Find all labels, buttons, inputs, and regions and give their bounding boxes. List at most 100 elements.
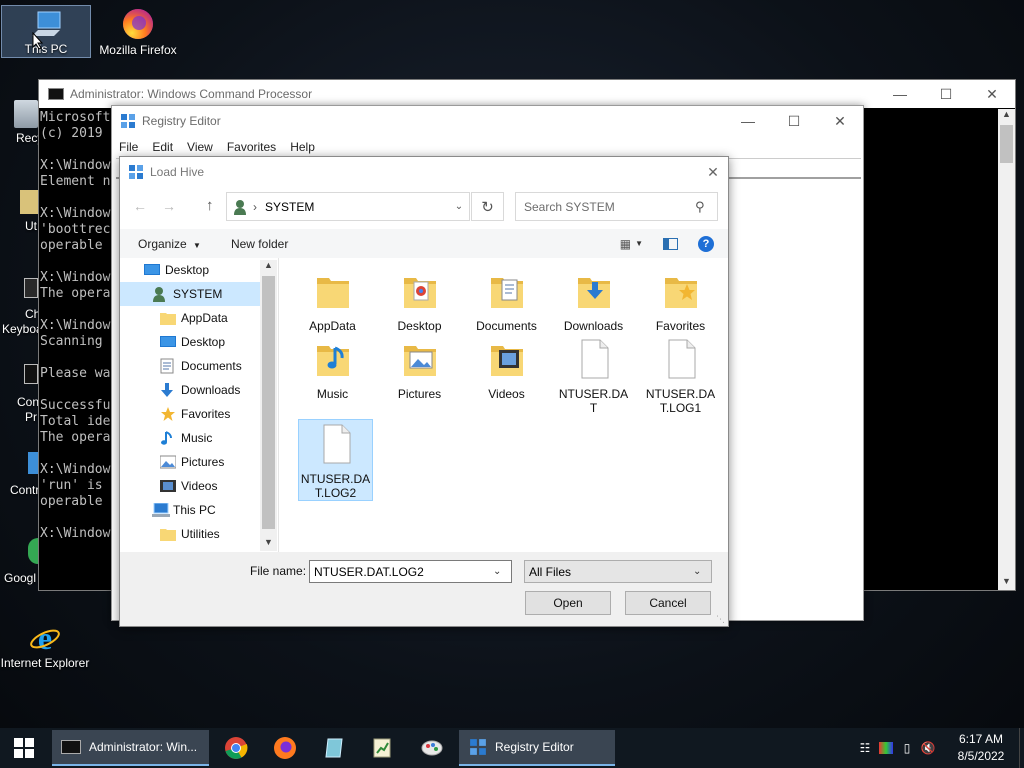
search-input[interactable]: Search SYSTEM — [524, 200, 695, 214]
desktop-icon — [160, 335, 180, 349]
folder-item[interactable]: Desktop — [382, 270, 457, 333]
taskbar-paint-button[interactable] — [418, 734, 446, 762]
folder-item[interactable]: Downloads — [556, 270, 631, 333]
regedit-title-bar[interactable]: Registry Editor — ☐ ✕ — [112, 106, 863, 136]
close-icon[interactable]: ✕ — [817, 107, 863, 135]
desktop-icon-this-pc[interactable]: This PC — [1, 5, 91, 58]
folder-item[interactable]: Documents — [469, 270, 544, 333]
menu-edit[interactable]: Edit — [145, 140, 180, 154]
new-folder-button[interactable]: New folder — [231, 237, 288, 251]
file-name-input[interactable]: NTUSER.DAT.LOG2 ⌄ — [309, 560, 512, 583]
volume-muted-icon[interactable]: 🔇 — [917, 741, 939, 755]
network-icon[interactable]: ☷ — [855, 741, 875, 755]
nav-item[interactable]: Documents — [120, 354, 260, 378]
minimize-icon[interactable]: — — [725, 107, 771, 135]
address-dropdown-icon[interactable]: ⌄ — [449, 201, 469, 212]
user-icon — [152, 286, 172, 302]
refresh-button[interactable]: ↻ — [471, 192, 504, 221]
folder-item[interactable]: Videos — [469, 338, 544, 401]
close-icon[interactable]: ✕ — [698, 164, 728, 181]
taskbar-notepad-button[interactable] — [368, 734, 396, 762]
menu-favorites[interactable]: Favorites — [220, 140, 283, 154]
file-item[interactable]: NTUSER.DA T.LOG1 — [643, 338, 718, 415]
desktop-icon-control-panel[interactable] — [28, 452, 38, 474]
display-color-icon[interactable] — [879, 742, 893, 754]
taskbar-chrome-button[interactable] — [222, 734, 250, 762]
scroll-up-icon[interactable]: ▲ — [260, 260, 277, 274]
clock[interactable]: 6:17 AM 8/5/2022 — [948, 731, 1014, 765]
show-desktop-button[interactable] — [1019, 728, 1024, 768]
back-arrow-icon[interactable]: ← — [133, 198, 147, 214]
load-hive-dialog[interactable]: Load Hive ✕ ← → ↑ › SYSTEM ⌄ ↻ Search SY… — [119, 156, 729, 627]
maximize-icon[interactable]: ☐ — [923, 80, 969, 108]
scroll-down-icon[interactable]: ▼ — [260, 537, 277, 551]
cmd-window-title: Administrator: Windows Command Processor — [70, 87, 313, 101]
resize-grip-icon[interactable]: ⋱ — [716, 614, 725, 625]
desktop-icon-label: Mozilla Firefox — [99, 43, 177, 57]
folder-item[interactable]: Music — [295, 338, 370, 401]
folder-item[interactable]: Pictures — [382, 338, 457, 401]
nav-vertical-scrollbar[interactable]: ▲ ▼ — [260, 260, 277, 551]
minimize-icon[interactable]: — — [877, 80, 923, 108]
desktop-icon-utilities[interactable] — [20, 190, 38, 214]
menu-help[interactable]: Help — [283, 140, 322, 154]
folder-item[interactable]: Favorites — [643, 270, 718, 333]
desktop-icon-firefox[interactable]: Mozilla Firefox — [93, 5, 183, 57]
start-button[interactable] — [0, 728, 48, 768]
file-item-label: NTUSER.DA T.LOG1 — [645, 387, 716, 415]
scroll-up-icon[interactable]: ▲ — [998, 109, 1015, 123]
desktop-icon-google-chrome[interactable] — [28, 538, 38, 564]
organize-button[interactable]: Organize ▼ — [138, 237, 201, 251]
usb-device-icon[interactable]: ▯ — [897, 741, 917, 755]
nav-item[interactable]: Music — [120, 426, 260, 450]
nav-item[interactable]: Favorites — [120, 402, 260, 426]
address-path[interactable]: SYSTEM — [265, 200, 449, 214]
nav-item[interactable]: Desktop — [120, 330, 260, 354]
file-item[interactable]: NTUSER.DA T — [556, 338, 631, 415]
taskbar-tool-button[interactable] — [320, 734, 348, 762]
desktop-icon-command-prompt[interactable] — [24, 364, 38, 384]
nav-item[interactable]: Downloads — [120, 378, 260, 402]
navigation-pane[interactable]: Desktop SYSTEM AppData Desktop Documents Down… — [120, 258, 278, 552]
desktop-icon-recycle-bin[interactable] — [14, 100, 38, 128]
nav-item[interactable]: SYSTEM — [120, 282, 260, 306]
nav-item[interactable]: Pictures — [120, 450, 260, 474]
taskbar-cmd-button[interactable]: Administrator: Win... — [52, 730, 209, 766]
desktop-icon-internet-explorer[interactable]: e Internet Explorer — [0, 620, 90, 670]
taskbar-firefox-button[interactable] — [271, 734, 299, 762]
nav-item[interactable]: This PC — [120, 498, 260, 522]
menu-file[interactable]: File — [112, 140, 145, 154]
file-list-pane[interactable]: AppData Desktop Documents Downloads Favorite… — [278, 258, 728, 552]
file-item-label: Favorites — [655, 319, 706, 333]
address-bar[interactable]: › SYSTEM ⌄ — [226, 192, 470, 221]
file-type-select[interactable]: All Files ⌄ — [524, 560, 712, 583]
open-button[interactable]: Open — [525, 591, 611, 615]
search-box[interactable]: Search SYSTEM ⚲ — [515, 192, 718, 221]
nav-item[interactable]: Utilities — [120, 522, 260, 546]
close-icon[interactable]: ✕ — [969, 80, 1015, 108]
cancel-button[interactable]: Cancel — [625, 591, 711, 615]
dialog-title-bar[interactable]: Load Hive ✕ — [120, 157, 728, 187]
preview-pane-icon[interactable] — [663, 237, 678, 250]
nav-item[interactable]: AppData — [120, 306, 260, 330]
help-icon[interactable]: ? — [698, 235, 714, 252]
chevron-down-icon[interactable]: ▼ — [635, 239, 643, 248]
forward-arrow-icon[interactable]: → — [162, 198, 176, 214]
cmd-title-bar[interactable]: Administrator: Windows Command Processor… — [39, 80, 1015, 108]
scroll-down-icon[interactable]: ▼ — [998, 576, 1015, 590]
menu-view[interactable]: View — [180, 140, 220, 154]
folder-item[interactable]: AppData — [295, 270, 370, 333]
scroll-thumb[interactable] — [1000, 125, 1013, 163]
taskbar-regedit-button[interactable]: Registry Editor — [459, 730, 615, 766]
nav-item[interactable]: Desktop — [120, 258, 260, 282]
maximize-icon[interactable]: ☐ — [771, 107, 817, 135]
file-item-label: NTUSER.DA T.LOG2 — [300, 472, 371, 500]
view-options-icon[interactable]: ▦ — [620, 237, 631, 251]
cmd-vertical-scrollbar[interactable]: ▲ ▼ — [998, 109, 1015, 590]
nav-item[interactable]: Videos — [120, 474, 260, 498]
desktop-icon-keyboard[interactable] — [24, 278, 38, 298]
chevron-down-icon[interactable]: ⌄ — [493, 566, 511, 577]
file-item[interactable]: NTUSER.DA T.LOG2 — [298, 419, 373, 501]
scroll-thumb[interactable] — [262, 276, 275, 529]
up-arrow-icon[interactable]: ↑ — [206, 197, 214, 214]
